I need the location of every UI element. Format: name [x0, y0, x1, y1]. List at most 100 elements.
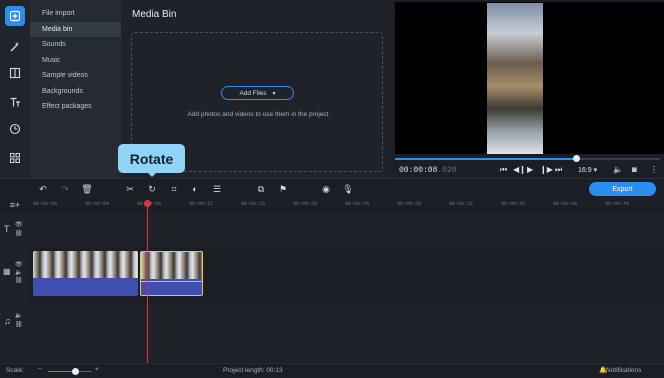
scale-label: Scale:	[6, 367, 25, 374]
rotate-tooltip: Rotate	[118, 144, 185, 177]
ruler-tick: 00:00:00	[33, 201, 58, 207]
ruler-tick: 00:00:28	[397, 201, 422, 207]
ruler-tick: 00:00:16	[241, 201, 266, 207]
microphone-icon[interactable]: 🎙	[342, 183, 354, 195]
snapshot-icon[interactable]: ◙	[632, 165, 637, 174]
notifications-link[interactable]: Notifications	[606, 367, 641, 374]
preview-frame-image	[487, 3, 543, 154]
clip-thumbnails	[141, 252, 202, 279]
link-icon[interactable]: ⛓	[15, 230, 23, 237]
video-clip-selected[interactable]	[140, 251, 203, 296]
titles-icon	[10, 97, 20, 107]
transitions-tool-button[interactable]	[5, 63, 25, 83]
import-tool-button[interactable]	[5, 6, 25, 26]
magic-wand-icon	[10, 42, 19, 52]
media-bin-hint: Add photos and videos to use them in the…	[187, 111, 329, 118]
video-track-header: ▦ 👁 🔈 ⛓	[0, 247, 30, 303]
zoom-in-icon[interactable]: +	[95, 366, 99, 373]
skip-start-icon[interactable]: ⏮	[500, 165, 507, 175]
visibility-eye-icon[interactable]: 👁	[15, 221, 23, 228]
play-icon[interactable]: ▶	[527, 165, 533, 174]
sidebar-item-effect-packages[interactable]: Effect packages	[30, 99, 121, 115]
clock-icon	[9, 123, 21, 135]
marker-flag-icon[interactable]: ⚑	[277, 183, 289, 195]
stickers-tool-button[interactable]	[5, 119, 25, 139]
link-icon[interactable]: ⛓	[15, 321, 23, 328]
overlay-icon[interactable]: ⧉	[255, 183, 267, 195]
status-bar: Scale: − + Project length: 00:13 🔔 Notif…	[0, 363, 664, 378]
ruler-tick: 00:00:32	[449, 201, 474, 207]
record-webcam-icon[interactable]: ◉	[320, 183, 332, 195]
more-tools-button[interactable]	[5, 148, 25, 168]
tool-rail	[0, 0, 30, 178]
title-track-header: T 👁 ⛓	[0, 213, 30, 246]
add-track-icon[interactable]: ≡+	[0, 198, 30, 212]
clip-thumbnails	[33, 251, 138, 278]
aspect-ratio-select[interactable]: 16:9 ▾	[578, 166, 597, 174]
import-icon	[9, 10, 21, 22]
chevron-down-icon: ▾	[272, 90, 276, 97]
playhead-handle[interactable]	[144, 200, 151, 207]
playback-progress-handle[interactable]	[573, 155, 580, 162]
redo-icon[interactable]: ↷	[59, 183, 71, 195]
sidebar-item-backgrounds[interactable]: Backgrounds	[30, 84, 121, 100]
scale-slider-fill	[48, 371, 75, 372]
skip-end-icon[interactable]: ⏭	[555, 165, 562, 175]
scale-slider-handle[interactable]	[72, 368, 79, 375]
crop-icon[interactable]: ⌗	[168, 183, 180, 195]
delete-icon[interactable]: 🗑	[81, 183, 93, 195]
link-icon[interactable]: ⛓	[15, 277, 23, 284]
volume-icon[interactable]: 🔈	[15, 269, 22, 276]
titles-tool-button[interactable]	[5, 92, 25, 112]
step-back-icon[interactable]: ◀❙	[513, 165, 526, 174]
sidebar-item-sample-videos[interactable]: Sample videos	[30, 68, 121, 84]
grid-icon	[10, 153, 20, 163]
magic-wand-tool-button[interactable]	[5, 37, 25, 57]
export-button[interactable]: Export	[589, 182, 656, 196]
playback-progress-track[interactable]	[577, 158, 660, 160]
ruler-tick: 00:00:40	[553, 201, 578, 207]
timeline-ruler[interactable]: 00:00:00 00:00:04 00:00:08 00:00:12 00:0…	[30, 198, 664, 212]
ruler-tick: 00:00:36	[501, 201, 526, 207]
sidebar-item-music[interactable]: Music	[30, 53, 121, 69]
more-options-icon[interactable]: ⋮	[650, 165, 658, 174]
add-files-button[interactable]: Add Files ▾	[221, 86, 294, 100]
step-forward-icon[interactable]: ❙▶	[540, 165, 553, 174]
preview-screen	[395, 2, 664, 154]
ruler-tick: 00:00:24	[345, 201, 370, 207]
timeline-toolbar: ↶ ↷ 🗑 ✂ ↻ ⌗ ◐ ☰ ⧉ ⚑ ◉ 🎙 Export	[0, 178, 664, 198]
project-length: Project length: 00:13	[223, 367, 283, 374]
playhead-line[interactable]	[147, 203, 148, 363]
ruler-tick: 00:00:12	[189, 201, 214, 207]
sidebar-item-file-import[interactable]: File import	[30, 6, 121, 22]
visibility-eye-icon[interactable]: 👁	[15, 261, 23, 268]
rotate-icon[interactable]: ↻	[146, 183, 158, 195]
cut-icon[interactable]: ✂	[124, 183, 136, 195]
undo-icon[interactable]: ↶	[37, 183, 49, 195]
playback-progress-fill	[395, 158, 577, 160]
transitions-icon	[9, 67, 21, 79]
timecode-main: 00:00:08	[399, 166, 438, 175]
tooltip-label: Rotate	[129, 150, 174, 167]
clip-properties-icon[interactable]: ☰	[211, 183, 223, 195]
volume-icon[interactable]: 🔈	[613, 165, 623, 174]
music-note-icon: ♫	[4, 316, 11, 326]
audio-track[interactable]	[30, 304, 664, 362]
ruler-tick: 00:00:20	[293, 201, 318, 207]
color-adjust-icon[interactable]: ◐	[189, 183, 201, 195]
timecode-display: 00:00:08.020	[399, 166, 457, 175]
video-editor-window: File import Media bin Sounds Music Sampl…	[0, 0, 664, 378]
clip-audio-line	[141, 281, 202, 282]
import-sidebar: File import Media bin Sounds Music Sampl…	[30, 0, 121, 178]
sidebar-item-sounds[interactable]: Sounds	[30, 37, 121, 53]
sidebar-item-media-bin[interactable]: Media bin	[30, 21, 121, 37]
video-track-icon: ▦	[3, 267, 11, 276]
ruler-tick: 00:00:44	[605, 201, 630, 207]
title-track[interactable]	[30, 213, 664, 246]
ruler-tick: 00:00:04	[85, 201, 110, 207]
volume-icon[interactable]: 🔈	[15, 312, 22, 319]
video-clip[interactable]	[33, 251, 138, 296]
title-track-icon: T	[4, 224, 10, 234]
zoom-out-icon[interactable]: −	[38, 366, 42, 373]
add-files-label: Add Files	[239, 89, 267, 97]
